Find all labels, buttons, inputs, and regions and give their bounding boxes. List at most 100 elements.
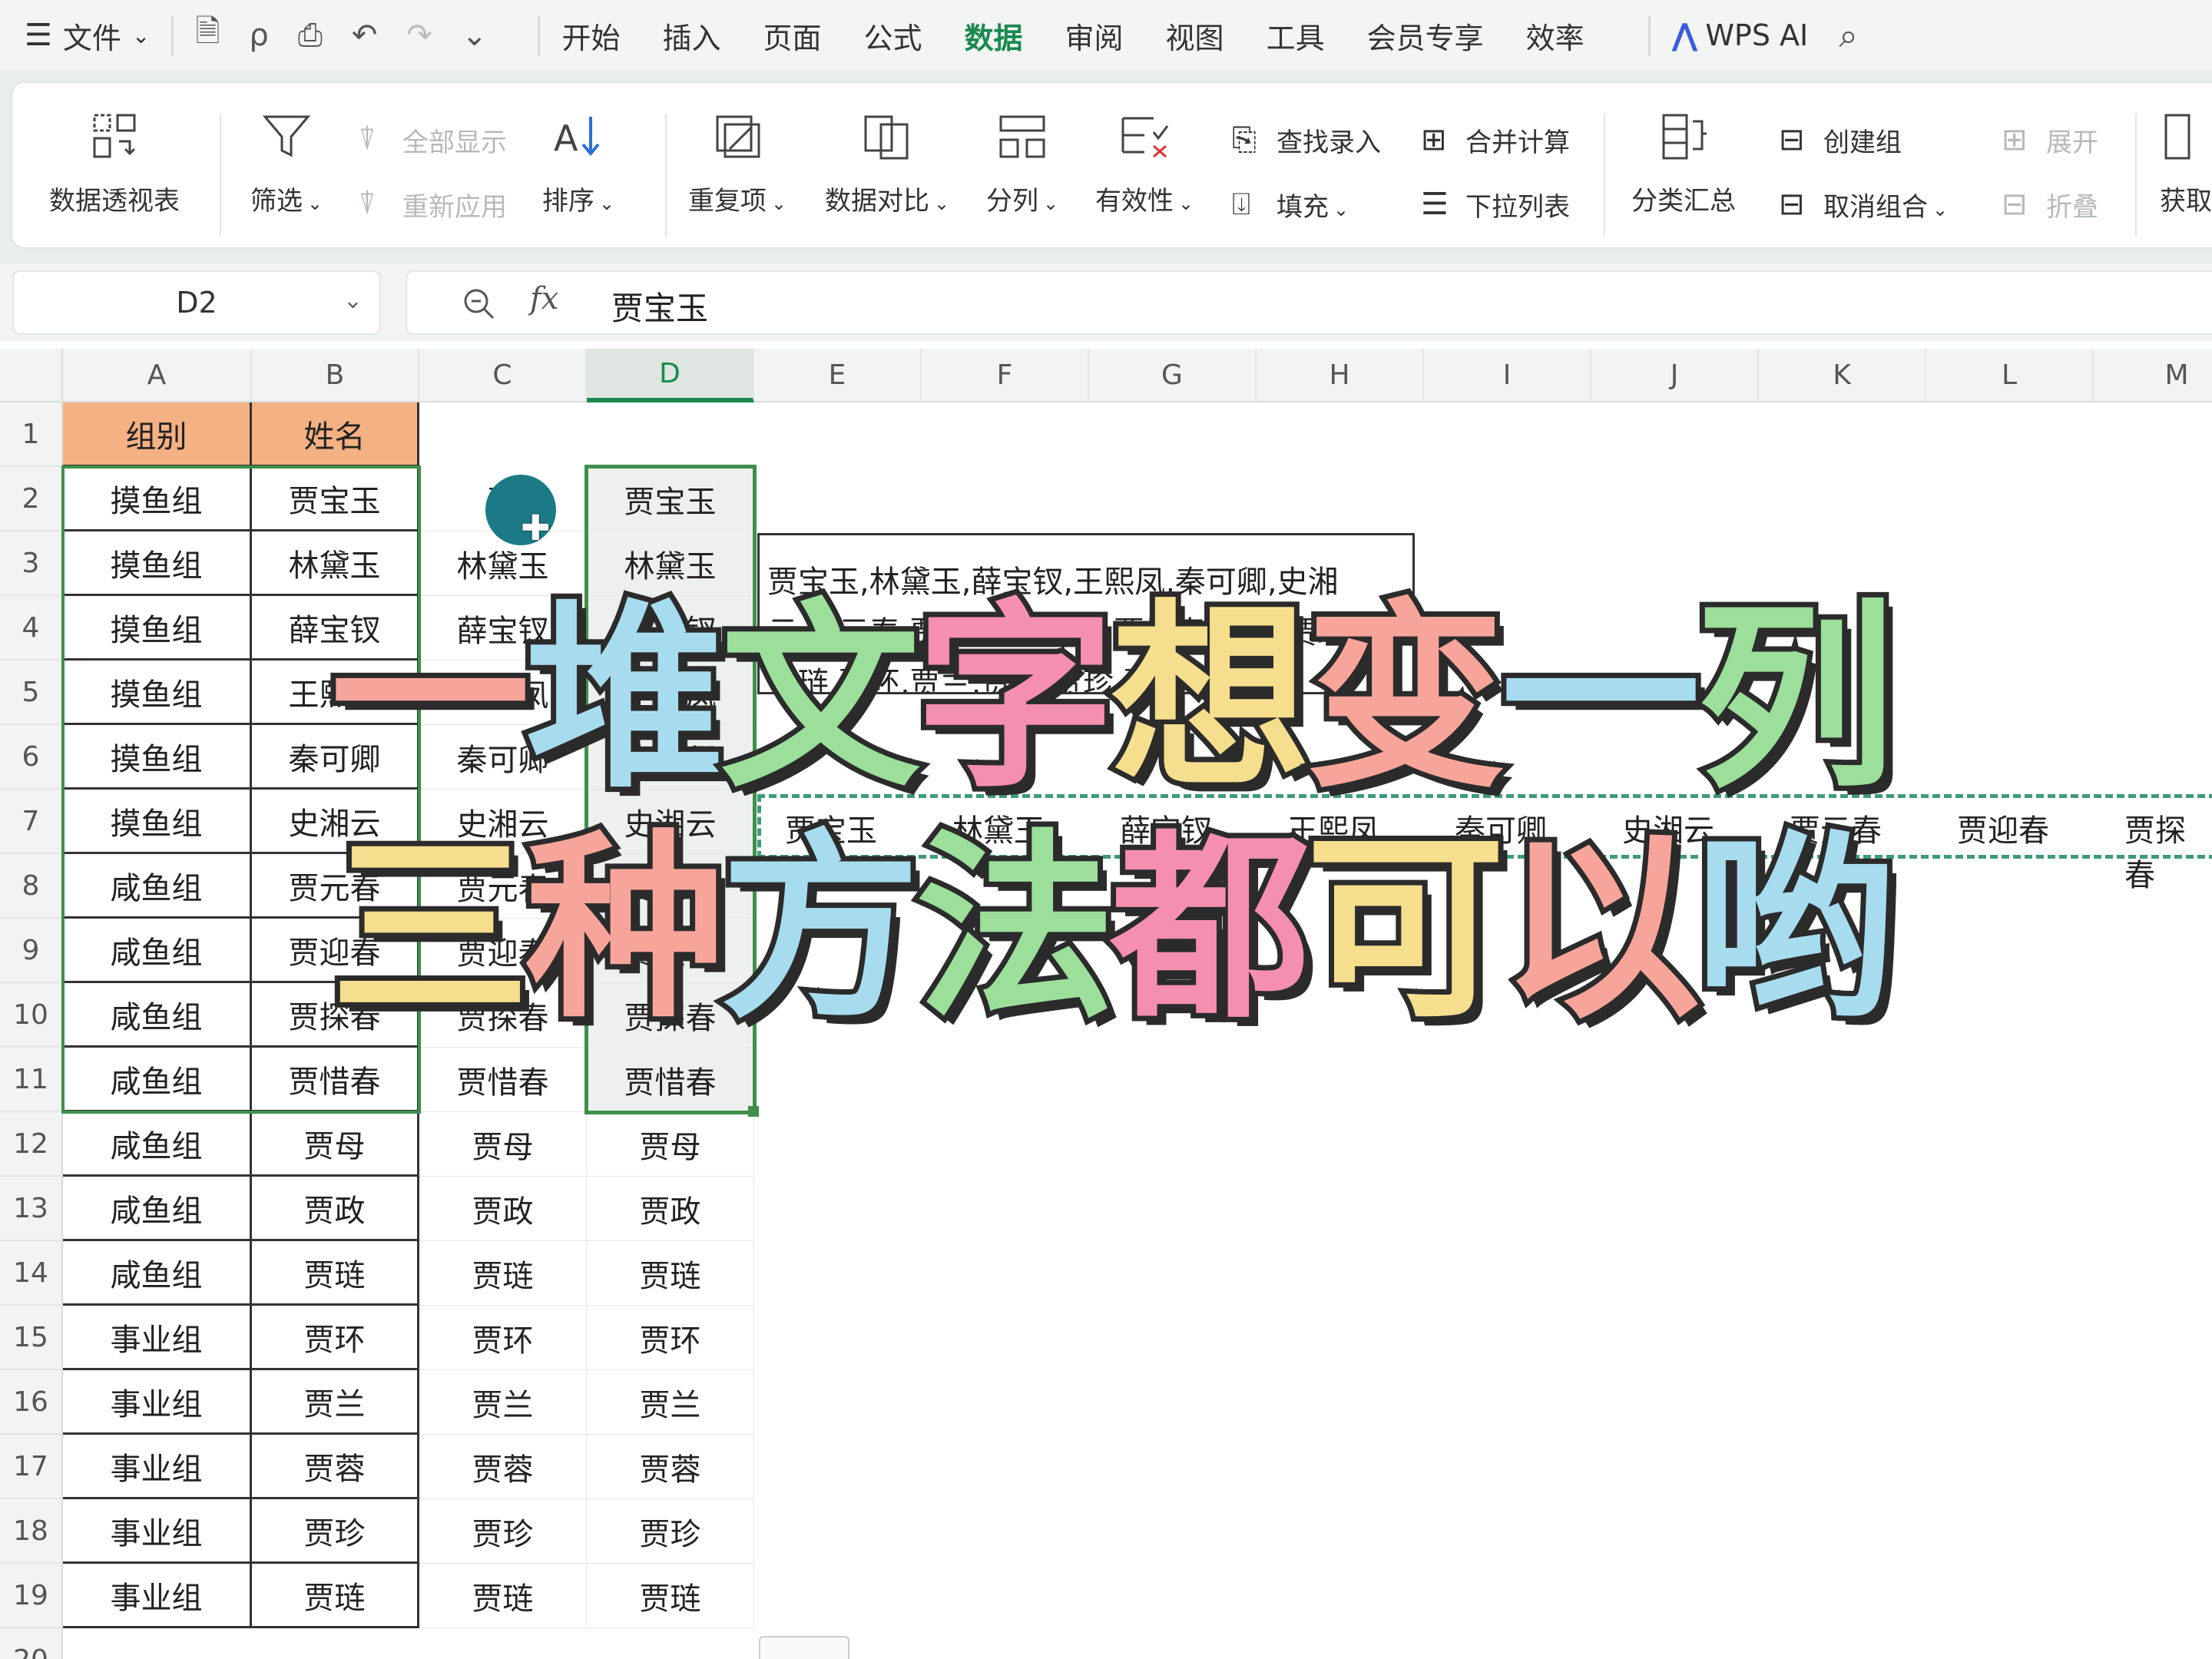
zoom-icon[interactable] (461, 286, 498, 323)
tab-8[interactable]: 会员专享 (1367, 15, 1484, 57)
dropdown-list-button[interactable]: ☰ 下拉列表 (1421, 186, 1570, 224)
row-header-14[interactable]: 14 (0, 1241, 63, 1306)
sort-button[interactable]: A 排序 ⌄ (542, 111, 614, 217)
reapply-button[interactable]: ⍒ 重新应用 (358, 186, 507, 224)
pivot-table-button[interactable]: 数据透视表 (49, 111, 180, 217)
row-header-7[interactable]: 7 (0, 790, 63, 854)
row-header-9[interactable]: 9 (0, 919, 63, 983)
row-header-15[interactable]: 15 (0, 1306, 63, 1370)
cell-b2[interactable]: 贾宝玉 (252, 467, 419, 531)
formula-input[interactable]: fx 贾宝玉 (406, 270, 2212, 335)
row-header-16[interactable]: 16 (0, 1370, 63, 1435)
row-header-19[interactable]: 19 (0, 1564, 63, 1628)
cell-c12[interactable]: 贾母 (419, 1112, 587, 1177)
export-pdf-icon[interactable]: ⍴ (250, 18, 269, 53)
cell-d12[interactable]: 贾母 (587, 1112, 754, 1177)
cell-a10[interactable]: 咸鱼组 (63, 983, 252, 1048)
column-header-a[interactable]: A (63, 349, 252, 402)
cell-a2[interactable]: 摸鱼组 (63, 467, 252, 531)
print-preview-icon[interactable]: ⎙ (298, 18, 323, 53)
paste-options-icon[interactable] (759, 1636, 849, 1659)
cell-a3[interactable]: 摸鱼组 (63, 531, 252, 596)
tab-2[interactable]: 页面 (763, 15, 821, 57)
column-header-c[interactable]: C (419, 349, 587, 402)
consolidate-button[interactable]: ⊞ 合并计算 (1421, 121, 1570, 159)
show-all-button[interactable]: ⍒ 全部显示 (358, 121, 507, 159)
row-header-11[interactable]: 11 (0, 1048, 63, 1112)
collapse-button[interactable]: ⊟ 折叠 (2002, 186, 2098, 224)
cell-b18[interactable]: 贾珍 (252, 1499, 419, 1564)
cell-c17[interactable]: 贾蓉 (419, 1435, 587, 1499)
row-header-10[interactable]: 10 (0, 983, 63, 1048)
cell-a14[interactable]: 咸鱼组 (63, 1241, 252, 1306)
cell-d15[interactable]: 贾环 (587, 1306, 754, 1370)
column-header-j[interactable]: J (1591, 349, 1759, 402)
cell-b13[interactable]: 贾政 (252, 1177, 419, 1241)
tab-7[interactable]: 工具 (1267, 15, 1325, 57)
cell-d19[interactable]: 贾琏 (587, 1564, 754, 1628)
cell-a5[interactable]: 摸鱼组 (63, 661, 252, 725)
cell-d18[interactable]: 贾珍 (587, 1499, 754, 1564)
create-group-button[interactable]: ⊟ 创建组 (1779, 121, 1902, 159)
row-header-8[interactable]: 8 (0, 854, 63, 919)
cell-c11[interactable]: 贾惜春 (419, 1048, 587, 1112)
column-header-m[interactable]: M (2094, 349, 2212, 402)
row-header-20[interactable]: 20 (0, 1628, 63, 1659)
cell-d13[interactable]: 贾政 (587, 1177, 754, 1241)
column-header-e[interactable]: E (754, 349, 922, 402)
row-header-5[interactable]: 5 (0, 661, 63, 725)
cell-a19[interactable]: 事业组 (63, 1564, 252, 1628)
row-header-17[interactable]: 17 (0, 1435, 63, 1499)
row-header-12[interactable]: 12 (0, 1112, 63, 1177)
row-header-1[interactable]: 1 (0, 402, 63, 467)
split-column-button[interactable]: 分列 ⌄ (986, 111, 1058, 217)
wps-ai-button[interactable]: ⋀ WPS AI (1672, 0, 1809, 71)
cell-b16[interactable]: 贾兰 (252, 1370, 419, 1435)
ungroup-button[interactable]: ⊟ 取消组合 ⌄ (1779, 186, 1948, 224)
column-header-b[interactable]: B (252, 349, 419, 402)
lookup-entry-button[interactable]: ⎘ 查找录入 (1232, 121, 1381, 159)
cell-c16[interactable]: 贾兰 (419, 1370, 587, 1435)
row-header-18[interactable]: 18 (0, 1499, 63, 1564)
get-data-button[interactable]: 获取 (2155, 111, 2212, 217)
cell-c14[interactable]: 贾琏 (419, 1241, 587, 1306)
undo-icon[interactable]: ↶ (352, 18, 378, 53)
cell-d16[interactable]: 贾兰 (587, 1370, 754, 1435)
cell-a17[interactable]: 事业组 (63, 1435, 252, 1499)
duplicates-button[interactable]: 重复项 ⌄ (688, 111, 786, 217)
fill-handle[interactable] (748, 1106, 759, 1117)
cell-c19[interactable]: 贾琏 (419, 1564, 587, 1628)
cell-a1[interactable]: 组别 (63, 402, 252, 467)
file-menu[interactable]: ☰ 文件 ⌄ (25, 0, 150, 71)
cell-c15[interactable]: 贾环 (419, 1306, 587, 1370)
column-header-i[interactable]: I (1424, 349, 1591, 402)
expand-button[interactable]: ⊞ 展开 (2002, 121, 2098, 159)
more-chevron-icon[interactable]: ⌄ (462, 18, 488, 53)
filter-button[interactable]: 筛选 ⌄ (250, 111, 323, 217)
column-header-d[interactable]: D (587, 349, 754, 402)
tab-1[interactable]: 插入 (662, 15, 720, 57)
tab-6[interactable]: 视图 (1166, 15, 1224, 57)
cell-b14[interactable]: 贾琏 (252, 1241, 419, 1306)
tab-0[interactable]: 开始 (561, 15, 620, 57)
column-header-l[interactable]: L (1926, 349, 2094, 402)
column-header-h[interactable]: H (1257, 349, 1424, 402)
cell-b12[interactable]: 贾母 (252, 1112, 419, 1177)
cell-a13[interactable]: 咸鱼组 (63, 1177, 252, 1241)
tab-9[interactable]: 效率 (1526, 15, 1584, 57)
cell-c18[interactable]: 贾珍 (419, 1499, 587, 1564)
cell-a7[interactable]: 摸鱼组 (63, 790, 252, 854)
tab-5[interactable]: 审阅 (1065, 15, 1124, 57)
row-header-2[interactable]: 2 (0, 467, 63, 531)
row-header-3[interactable]: 3 (0, 531, 63, 596)
cell-a15[interactable]: 事业组 (63, 1306, 252, 1370)
cell-d14[interactable]: 贾琏 (587, 1241, 754, 1306)
cell-a18[interactable]: 事业组 (63, 1499, 252, 1564)
data-compare-button[interactable]: 数据对比 ⌄ (825, 111, 949, 217)
select-all-corner[interactable] (0, 349, 63, 402)
row-header-4[interactable]: 4 (0, 596, 63, 661)
tab-4[interactable]: 数据 (965, 15, 1023, 57)
search-icon[interactable]: ⌕ (1839, 16, 1858, 55)
cell-a11[interactable]: 咸鱼组 (63, 1048, 252, 1112)
column-header-g[interactable]: G (1089, 349, 1257, 402)
